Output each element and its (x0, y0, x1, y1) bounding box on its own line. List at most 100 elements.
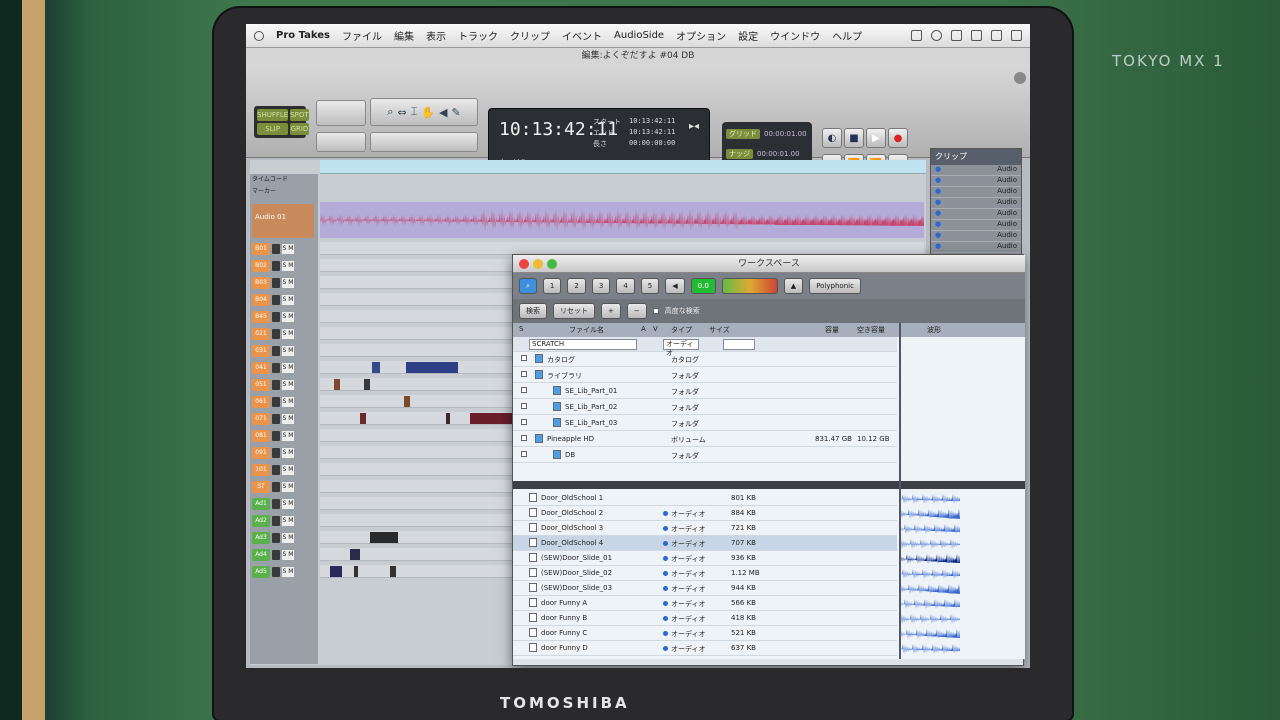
track-header[interactable]: Ad2 S M (252, 514, 314, 528)
record-enable-icon[interactable] (272, 261, 280, 271)
audio-clip[interactable] (330, 566, 342, 577)
record-enable-icon[interactable] (272, 448, 280, 458)
record-enable-icon[interactable] (272, 465, 280, 475)
timeline-ruler[interactable] (320, 160, 926, 174)
track-name[interactable]: 061 (252, 396, 270, 408)
solo-mute-buttons[interactable]: S M (282, 499, 294, 509)
file-row[interactable]: door Funny D オーディオ 637 KB (513, 641, 897, 656)
file-row[interactable]: Door_OldSchool 4 オーディオ 707 KB (513, 536, 897, 551)
waveform-preview[interactable] (901, 641, 961, 654)
waveform-preview[interactable] (901, 581, 961, 594)
row-checkbox[interactable] (521, 403, 527, 409)
reset-button[interactable]: リセット (553, 303, 595, 319)
tab-1[interactable]: 1 (542, 278, 562, 294)
track-header[interactable]: 091 S M (252, 446, 314, 460)
track-name[interactable]: Ad3 (252, 532, 270, 544)
record-enable-icon[interactable] (272, 482, 280, 492)
menu-view[interactable]: 表示 (426, 28, 446, 43)
solo-mute-buttons[interactable]: S M (282, 448, 294, 458)
start-value[interactable]: 10:13:42:11 (629, 117, 675, 125)
stop-icon[interactable]: ■ (844, 128, 864, 148)
clip-item[interactable]: ● Audio (931, 176, 1021, 187)
menu-window[interactable]: ウインドウ (770, 28, 820, 43)
waveform-preview[interactable] (901, 611, 961, 624)
clip-item[interactable]: ● Audio (931, 231, 1021, 242)
tab-3[interactable]: 3 (591, 278, 611, 294)
track-name[interactable]: 101 (252, 464, 270, 476)
zoom-presets[interactable] (316, 132, 366, 152)
track-header[interactable]: Ad3 S M (252, 531, 314, 545)
track-header[interactable]: 061 S M (252, 395, 314, 409)
record-enable-icon[interactable] (272, 499, 280, 509)
track-name[interactable]: Ad5 (252, 566, 270, 578)
record-enable-icon[interactable] (272, 431, 280, 441)
record-enable-icon[interactable] (272, 278, 280, 288)
volume-row[interactable]: SE_Lib_Part_02 フォルダ (513, 400, 897, 415)
track-header[interactable]: 101 S M (252, 463, 314, 477)
record-enable-icon[interactable] (272, 295, 280, 305)
col-waveform[interactable]: 波形 (927, 325, 941, 335)
track-header[interactable]: B45 S M (252, 310, 314, 324)
scrubber-icon[interactable]: ◀ (439, 106, 447, 119)
zoom-tools[interactable] (316, 100, 366, 126)
menu-help[interactable]: ヘルプ (832, 28, 862, 43)
record-enable-icon[interactable] (272, 533, 280, 543)
grid-value[interactable]: 00:00:01.00 (764, 130, 807, 138)
solo-mute-buttons[interactable]: S M (282, 414, 294, 424)
track-header[interactable]: B02 S M (252, 259, 314, 273)
trim-icon[interactable]: ⇔ (397, 106, 406, 119)
track-header[interactable]: Ad4 S M (252, 548, 314, 562)
col-v[interactable]: V (653, 325, 658, 333)
sync-icon[interactable] (911, 30, 922, 41)
file-row[interactable]: door Funny A オーディオ 566 KB (513, 596, 897, 611)
waveform-preview[interactable] (901, 536, 961, 549)
audio-clip[interactable] (360, 413, 366, 424)
track-header[interactable]: B03 S M (252, 276, 314, 290)
track-name[interactable]: 051 (252, 379, 270, 391)
track-header[interactable]: B04 S M (252, 293, 314, 307)
wifi-icon[interactable] (971, 30, 982, 41)
solo-mute-buttons[interactable]: S M (282, 244, 294, 254)
col-name[interactable]: ファイル名 (569, 325, 604, 335)
pane-divider[interactable] (513, 481, 1025, 489)
audio-clip[interactable] (372, 362, 380, 373)
add-criteria-button[interactable]: + (601, 303, 621, 319)
polyphonic-button[interactable]: Polyphonic (809, 278, 861, 294)
audio-clip[interactable] (364, 379, 370, 390)
advanced-search-checkbox[interactable] (652, 308, 659, 314)
col-size[interactable]: サイズ (709, 325, 730, 335)
track-name[interactable]: B45 (252, 311, 270, 323)
clip-item[interactable]: ● Audio (931, 198, 1021, 209)
nudge-arrow-icon[interactable]: ▸◂ (689, 121, 699, 132)
file-row[interactable]: Door_OldSchool 1 801 KB (513, 491, 897, 506)
track-name[interactable]: 031 (252, 345, 270, 357)
record-enable-icon[interactable] (272, 414, 280, 424)
volume-row[interactable]: カタログ カタログ (513, 352, 897, 367)
solo-mute-buttons[interactable]: S M (282, 278, 294, 288)
menu-track[interactable]: トラック (458, 28, 498, 43)
record-icon[interactable]: ● (888, 128, 908, 148)
track-header[interactable]: 071 S M (252, 412, 314, 426)
solo-mute-buttons[interactable]: S M (282, 329, 294, 339)
track-name[interactable]: Ad4 (252, 549, 270, 561)
waveform-preview[interactable] (901, 491, 961, 504)
waveform-preview[interactable] (901, 521, 961, 534)
clip-item[interactable]: ● Audio (931, 209, 1021, 220)
close-icon[interactable] (519, 259, 529, 269)
solo-mute-buttons[interactable]: S M (282, 482, 294, 492)
nudge-value[interactable]: 00:00:01.00 (757, 150, 800, 158)
volume-row[interactable]: SE_Lib_Part_01 フォルダ (513, 384, 897, 399)
end-value[interactable]: 10:13:42:11 (629, 128, 675, 136)
pencil-icon[interactable]: ✎ (451, 106, 460, 119)
track-name[interactable]: 041 (252, 362, 270, 374)
record-enable-icon[interactable] (272, 329, 280, 339)
search-icon[interactable]: ⌕ (519, 278, 537, 294)
track-header[interactable]: 041 S M (252, 361, 314, 375)
solo-mute-buttons[interactable]: S M (282, 295, 294, 305)
solo-mute-buttons[interactable]: S M (282, 380, 294, 390)
track-header[interactable]: B01 S M (252, 242, 314, 256)
file-row[interactable]: Door_OldSchool 3 オーディオ 721 KB (513, 521, 897, 536)
mode-grid[interactable]: GRID (290, 123, 309, 135)
selector-icon[interactable]: ⌶ (411, 105, 418, 119)
size-filter-input[interactable] (723, 339, 755, 350)
